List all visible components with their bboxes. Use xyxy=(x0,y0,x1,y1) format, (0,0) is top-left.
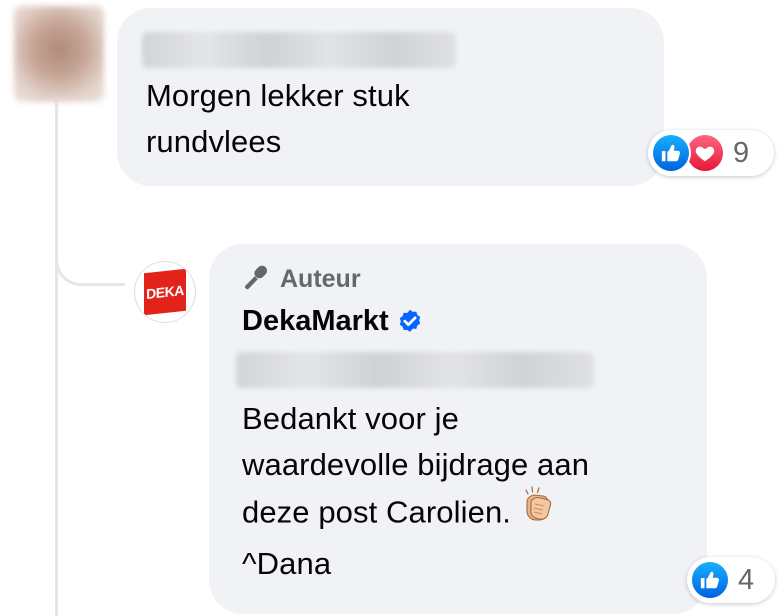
clapping-hands-emoji xyxy=(517,484,557,537)
comment-reactions[interactable]: 9 xyxy=(648,130,774,176)
page-avatar[interactable]: DEKA xyxy=(135,262,195,322)
page-name-row: DekaMarkt xyxy=(242,305,424,338)
reply-connector-curve xyxy=(55,250,125,286)
author-badge: Auteur xyxy=(242,262,361,297)
reply-text-line: deze post Carolien. xyxy=(242,494,512,530)
reply-text-line-with-emoji: deze post Carolien. xyxy=(242,486,682,541)
commenter-name-redacted[interactable] xyxy=(142,32,456,68)
commenter-avatar[interactable] xyxy=(14,6,104,102)
reply-reactions[interactable]: 4 xyxy=(687,557,775,603)
author-label: Auteur xyxy=(280,265,361,293)
mentioned-name-redacted[interactable] xyxy=(236,352,594,388)
page-name[interactable]: DekaMarkt xyxy=(242,305,389,338)
comment-text: Morgen lekker stuk rundvlees xyxy=(146,73,566,165)
reply-text-line: waardevolle bijdrage aan xyxy=(242,447,590,482)
love-icon xyxy=(685,133,725,173)
reaction-count: 9 xyxy=(733,136,750,169)
comment-text-line: Morgen lekker stuk xyxy=(146,78,410,113)
reaction-count: 4 xyxy=(738,563,755,596)
reply-text-line: Bedankt voor je xyxy=(242,401,459,436)
like-icon xyxy=(690,560,730,600)
reply-text: Bedankt voor je waardevolle bijdrage aan… xyxy=(242,396,682,587)
thread-connector-line xyxy=(55,100,58,616)
verified-badge-icon xyxy=(396,308,424,336)
microphone-icon xyxy=(242,262,272,297)
comment-thread: Morgen lekker stuk rundvlees 9 DEKA Aute… xyxy=(0,0,784,616)
reply-text-line: ^Dana xyxy=(242,546,332,581)
like-icon xyxy=(651,133,691,173)
deka-logo: DEKA xyxy=(144,268,186,316)
comment-text-line: rundvlees xyxy=(146,124,282,159)
